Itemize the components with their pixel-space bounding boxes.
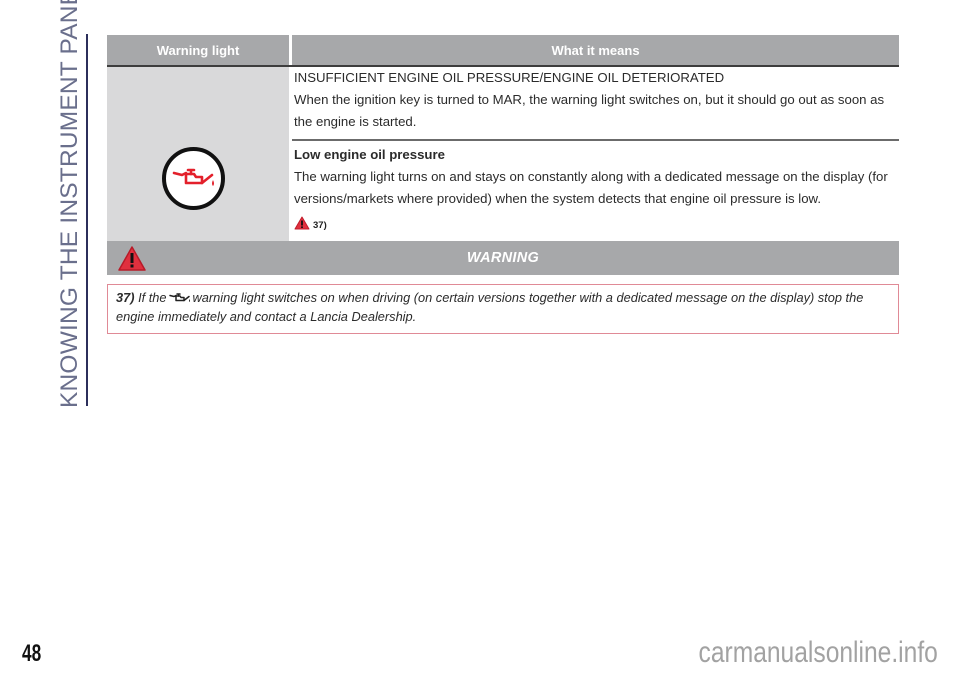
page-number: 48 — [22, 640, 42, 667]
warning-header: WARNING — [107, 241, 899, 275]
meaning-subheading: Low engine oil pressure — [294, 147, 445, 162]
warning-reference[interactable]: 37) — [294, 215, 897, 237]
warning-text: warning light switches on when driving (… — [116, 290, 864, 324]
warning-light-table: Warning light What it means INSUFFICIENT… — [107, 35, 899, 247]
meaning-cell: INSUFFICIENT ENGINE OIL PRESSURE/ENGINE … — [292, 67, 899, 245]
meaning-text: When the ignition key is turned to MAR, … — [294, 92, 885, 129]
warning-title: WARNING — [466, 250, 540, 266]
warning-triangle-icon — [294, 215, 310, 237]
watermark[interactable]: carmanualsonline.info — [699, 636, 938, 670]
section-divider — [86, 34, 88, 406]
column-header-what-it-means: What it means — [551, 42, 640, 58]
section-title: KNOWING THE INSTRUMENT PANEL — [56, 0, 83, 408]
meaning-text: The warning light turns on and stays on … — [294, 169, 888, 206]
meaning-block: Low engine oil pressure The warning ligh… — [292, 141, 899, 245]
table-header: Warning light What it means — [107, 35, 899, 67]
table-row: INSUFFICIENT ENGINE OIL PRESSURE/ENGINE … — [107, 67, 899, 247]
warning-triangle-icon — [117, 245, 147, 277]
meaning-heading: INSUFFICIENT ENGINE OIL PRESSURE/ENGINE … — [294, 70, 725, 85]
reference-number: 37) — [313, 220, 327, 231]
warning-box: 37) If the warning light switches on when… — [107, 284, 899, 334]
warning-text-start: If the — [138, 290, 167, 305]
warning-number: 37) — [116, 290, 135, 305]
warning-light-cell — [107, 67, 289, 245]
meaning-block: INSUFFICIENT ENGINE OIL PRESSURE/ENGINE … — [292, 67, 899, 141]
engine-oil-pressure-icon — [168, 292, 191, 309]
column-header-warning-light: Warning light — [156, 42, 240, 58]
engine-oil-pressure-icon — [162, 147, 225, 210]
